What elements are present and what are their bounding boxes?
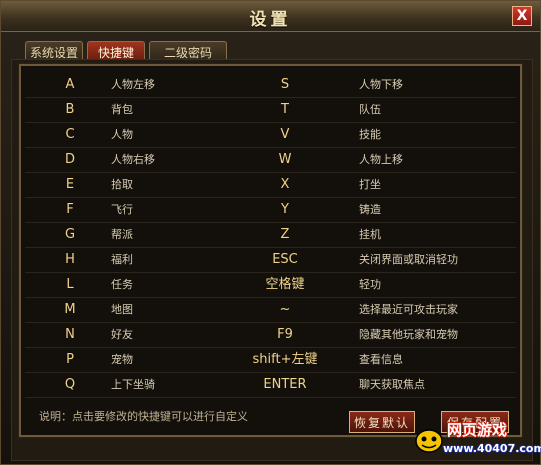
hotkey-key-right[interactable]: V (215, 122, 355, 147)
window-title: 设置 (249, 10, 292, 30)
hotkey-key-left[interactable]: D (55, 147, 85, 172)
hotkey-action-left: 背包 (111, 103, 133, 116)
hotkey-action-right: 查看信息 (359, 353, 403, 366)
hotkey-row: D 人物右移 W 人物上移 (25, 147, 516, 173)
hotkey-row: H 福利 ESC 关闭界面或取消轻功 (25, 247, 516, 273)
hotkey-key-left[interactable]: H (55, 247, 85, 272)
watermark-brand: 网页游戏 (447, 421, 508, 439)
hotkey-key-left[interactable]: C (55, 122, 85, 147)
hotkey-action-left: 拾取 (111, 178, 133, 191)
watermark-url: www.40407.com (443, 442, 541, 455)
hotkey-key-right[interactable]: W (215, 147, 355, 172)
hotkey-key-right[interactable]: S (215, 72, 355, 97)
hotkey-key-left[interactable]: P (55, 347, 85, 372)
hotkey-action-right: 隐藏其他玩家和宠物 (359, 328, 458, 341)
hotkey-action-left: 任务 (111, 278, 133, 291)
hotkey-action-left: 人物 (111, 128, 133, 141)
hotkey-action-right: 挂机 (359, 228, 381, 241)
hotkey-key-left[interactable]: N (55, 322, 85, 347)
hotkey-key-left[interactable]: G (55, 222, 85, 247)
hotkey-row: B 背包 T 队伍 (25, 97, 516, 123)
hotkey-action-right: 人物上移 (359, 153, 403, 166)
hotkey-action-right: 关闭界面或取消轻功 (359, 253, 458, 266)
hotkey-action-left: 帮派 (111, 228, 133, 241)
hotkey-key-right[interactable]: ESC (215, 247, 355, 272)
hotkey-row: E 拾取 X 打坐 (25, 172, 516, 198)
hotkey-row: G 帮派 Z 挂机 (25, 222, 516, 248)
hotkey-key-right[interactable]: F9 (215, 322, 355, 347)
hotkey-key-right[interactable]: Z (215, 222, 355, 247)
hotkey-row: P 宠物 shift+左键 查看信息 (25, 347, 516, 373)
hotkey-row: L 任务 空格键 轻功 (25, 272, 516, 298)
hotkey-action-right: 技能 (359, 128, 381, 141)
settings-window: 设置 X 系统设置 快捷键 二级密码 A 人物左移 S 人物下移 B 背包 T 队伍 C 人物 V 技… (0, 0, 541, 465)
hotkey-key-left[interactable]: E (55, 172, 85, 197)
hotkey-action-right: 人物下移 (359, 78, 403, 91)
hotkey-key-left[interactable]: L (55, 272, 85, 297)
site-watermark-logo: 网页游戏 www.40407.com (413, 417, 541, 463)
hotkey-key-left[interactable]: Q (55, 372, 85, 397)
restore-default-button[interactable]: 恢复默认 (349, 411, 415, 433)
hotkey-key-right[interactable]: 空格键 (215, 272, 355, 297)
title-bar[interactable]: 设置 X (1, 1, 540, 32)
hotkey-action-left: 宠物 (111, 353, 133, 366)
hotkey-key-right[interactable]: ENTER (215, 372, 355, 397)
hotkey-action-right: 轻功 (359, 278, 381, 291)
hotkey-row: Q 上下坐骑 ENTER 聊天获取焦点 (25, 372, 516, 398)
close-button[interactable]: X (512, 6, 532, 26)
mascot-icon (415, 429, 443, 453)
hotkey-key-left[interactable]: A (55, 72, 85, 97)
hotkey-action-right: 队伍 (359, 103, 381, 116)
hotkey-action-left: 地图 (111, 303, 133, 316)
hotkey-action-right: 铸造 (359, 203, 381, 216)
hotkey-row: N 好友 F9 隐藏其他玩家和宠物 (25, 322, 516, 348)
hotkey-action-left: 人物左移 (111, 78, 155, 91)
hotkey-key-right[interactable]: T (215, 97, 355, 122)
hotkey-action-left: 上下坐骑 (111, 378, 155, 391)
hotkey-action-left: 飞行 (111, 203, 133, 216)
hotkey-action-right: 打坐 (359, 178, 381, 191)
hotkey-row: M 地图 ~ 选择最近可攻击玩家 (25, 297, 516, 323)
hotkey-action-left: 好友 (111, 328, 133, 341)
hotkey-row: F 飞行 Y 铸造 (25, 197, 516, 223)
hotkey-list: A 人物左移 S 人物下移 B 背包 T 队伍 C 人物 V 技能 D 人物右移 W 人物上移 E 拾取 X 打坐 F 飞… (19, 64, 522, 437)
hotkey-action-left: 福利 (111, 253, 133, 266)
hotkey-action-right: 选择最近可攻击玩家 (359, 303, 458, 316)
hotkey-key-right[interactable]: Y (215, 197, 355, 222)
hotkey-key-right[interactable]: ~ (215, 297, 355, 322)
help-note: 说明：点击要修改的快捷键可以进行自定义 (39, 410, 248, 423)
hotkey-key-right[interactable]: shift+左键 (215, 347, 355, 372)
hotkey-key-left[interactable]: F (55, 197, 85, 222)
hotkey-action-right: 聊天获取焦点 (359, 378, 425, 391)
hotkey-row: A 人物左移 S 人物下移 (25, 72, 516, 98)
hotkey-key-right[interactable]: X (215, 172, 355, 197)
hotkey-row: C 人物 V 技能 (25, 122, 516, 148)
hotkey-key-left[interactable]: B (55, 97, 85, 122)
hotkey-key-left[interactable]: M (55, 297, 85, 322)
hotkey-action-left: 人物右移 (111, 153, 155, 166)
